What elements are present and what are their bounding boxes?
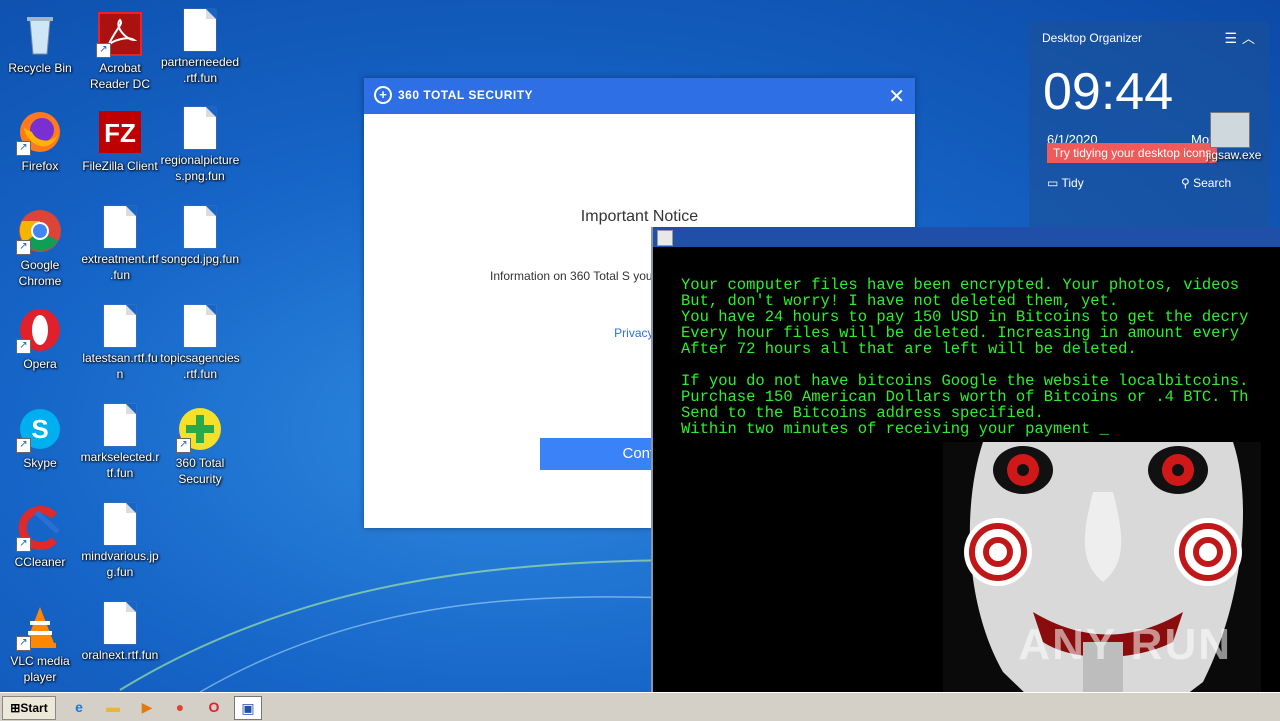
file-icon: [104, 404, 136, 446]
opera-icon: ↗: [16, 306, 64, 354]
svg-text:S: S: [31, 414, 48, 444]
desktop-icon-mindvarious[interactable]: mindvarious.jpg.fun: [80, 500, 160, 580]
menu-icon[interactable]: ☰: [1224, 30, 1237, 47]
desktop-icon-topicsagencies[interactable]: topicsagencies.rtf.fun: [160, 302, 240, 382]
clock-time: 09:44: [1043, 63, 1174, 121]
desktop-icon-vlc[interactable]: ↗ VLC media player: [0, 599, 80, 685]
desktop-icon-regionalpictures[interactable]: regionalpictures.png.fun: [160, 104, 240, 184]
internet-explorer-icon[interactable]: e: [66, 696, 92, 718]
ransom-window: Your computer files have been encrypted.…: [651, 227, 1280, 720]
acrobat-icon: ↗: [96, 10, 144, 58]
taskbar: ⊞Start e ▬ ▶ ● O ▣: [0, 692, 1280, 721]
desktop-icon-partnerneeded[interactable]: partnerneeded.rtf.fun: [160, 6, 240, 86]
windows-logo-icon: ⊞: [10, 701, 21, 715]
notice-heading: Important Notice: [580, 208, 699, 225]
ransom-line: You have 24 hours to pay 150 USD in Bitc…: [681, 308, 1249, 326]
recycle-bin-icon: [16, 10, 64, 58]
dialog-titlebar[interactable]: + 360 TOTAL SECURITY ✕: [364, 78, 915, 114]
ransom-line: Within two minutes of receiving your pay…: [681, 420, 1109, 438]
start-label: Start: [20, 701, 48, 715]
jigsaw-label: jigsaw.exe: [1206, 148, 1262, 162]
start-button[interactable]: ⊞Start: [2, 696, 56, 720]
dialog-title: 360 TOTAL SECURITY: [398, 88, 534, 102]
file-icon: [104, 305, 136, 347]
ransom-line: If you do not have bitcoins Google the w…: [681, 372, 1249, 390]
search-label: Search: [1193, 176, 1232, 190]
desktop-icon-extreatment[interactable]: extreatment.rtf.fun: [80, 203, 160, 283]
file-icon: [104, 206, 136, 248]
jigsaw-puppet-image: [943, 442, 1261, 720]
search-icon: ⚲: [1181, 176, 1194, 190]
chrome-taskbar-icon[interactable]: ●: [167, 696, 193, 718]
firefox-icon: ↗: [16, 108, 64, 156]
desktop-icon-jigsaw[interactable]: jigsaw.exe: [1206, 112, 1262, 162]
desktop-icon-firefox[interactable]: ↗ Firefox: [0, 104, 80, 174]
360-security-icon: ↗: [176, 405, 224, 453]
ccleaner-icon: ↗: [16, 504, 64, 552]
window-icon: [657, 230, 673, 246]
application-icon: [1210, 112, 1250, 148]
filezilla-icon: FZ: [96, 108, 144, 156]
opera-taskbar-icon[interactable]: O: [201, 696, 227, 718]
desktop-icon-google-chrome[interactable]: ↗ Google Chrome: [0, 203, 80, 289]
skype-icon: S ↗: [16, 405, 64, 453]
desktop-icon-latestsan[interactable]: latestsan.rtf.fun: [80, 302, 160, 382]
desktop-icon-360-total-security[interactable]: ↗ 360 Total Security: [160, 401, 240, 487]
organizer-title: Desktop Organizer: [1042, 31, 1143, 45]
monitor-icon: ▭: [1047, 176, 1062, 190]
folder-icon[interactable]: ▬: [100, 696, 126, 718]
chevron-up-icon[interactable]: ︿: [1242, 28, 1255, 47]
search-button[interactable]: ⚲ Search: [1181, 176, 1231, 190]
desktop-icon-oralnext[interactable]: oralnext.rtf.fun: [80, 599, 160, 663]
vlc-icon: ↗: [16, 603, 64, 651]
ransom-line: Your computer files have been encrypted.…: [681, 276, 1240, 294]
desktop-icon-skype[interactable]: S ↗ Skype: [0, 401, 80, 471]
ransom-line: But, don't worry! I have not deleted the…: [681, 292, 1119, 310]
file-icon: [184, 107, 216, 149]
media-player-icon[interactable]: ▶: [134, 696, 160, 718]
close-icon[interactable]: ✕: [888, 84, 905, 109]
file-icon: [184, 305, 216, 347]
ransom-line: [681, 357, 1248, 373]
ransom-line: Every hour files will be deleted. Increa…: [681, 324, 1240, 342]
ransom-titlebar[interactable]: [653, 227, 1280, 247]
tidy-label: Tidy: [1061, 176, 1084, 190]
chrome-icon: ↗: [16, 207, 64, 255]
anyrun-watermark: ANY RUN: [1018, 620, 1232, 669]
ransom-line: Purchase 150 American Dollars worth of B…: [681, 388, 1249, 406]
ransom-line: After 72 hours all that are left will be…: [681, 340, 1137, 358]
file-icon: [184, 206, 216, 248]
svg-text:FZ: FZ: [104, 118, 136, 148]
360-logo-icon: +: [374, 86, 392, 104]
desktop-icon-acrobat[interactable]: ↗ Acrobat Reader DC: [80, 6, 160, 92]
tidy-button[interactable]: ▭ Tidy: [1047, 176, 1084, 190]
file-icon: [184, 9, 216, 51]
file-icon: [104, 602, 136, 644]
ransom-window-taskbar-icon[interactable]: ▣: [234, 696, 262, 720]
desktop-icon-filezilla[interactable]: FZ FileZilla Client: [80, 104, 160, 174]
desktop-icon-recycle-bin[interactable]: Recycle Bin: [0, 6, 80, 76]
ransom-line: Send to the Bitcoins address specified.: [681, 404, 1044, 422]
ransom-message: Your computer files have been encrypted.…: [681, 277, 1248, 437]
file-icon: [104, 503, 136, 545]
desktop-icon-ccleaner[interactable]: ↗ CCleaner: [0, 500, 80, 570]
tidy-tip-banner[interactable]: Try tidying your desktop icons: [1047, 143, 1218, 163]
desktop-icon-songcd[interactable]: songcd.jpg.fun: [160, 203, 240, 267]
desktop-icon-opera[interactable]: ↗ Opera: [0, 302, 80, 372]
desktop-icon-markselected[interactable]: markselected.rtf.fun: [80, 401, 160, 481]
